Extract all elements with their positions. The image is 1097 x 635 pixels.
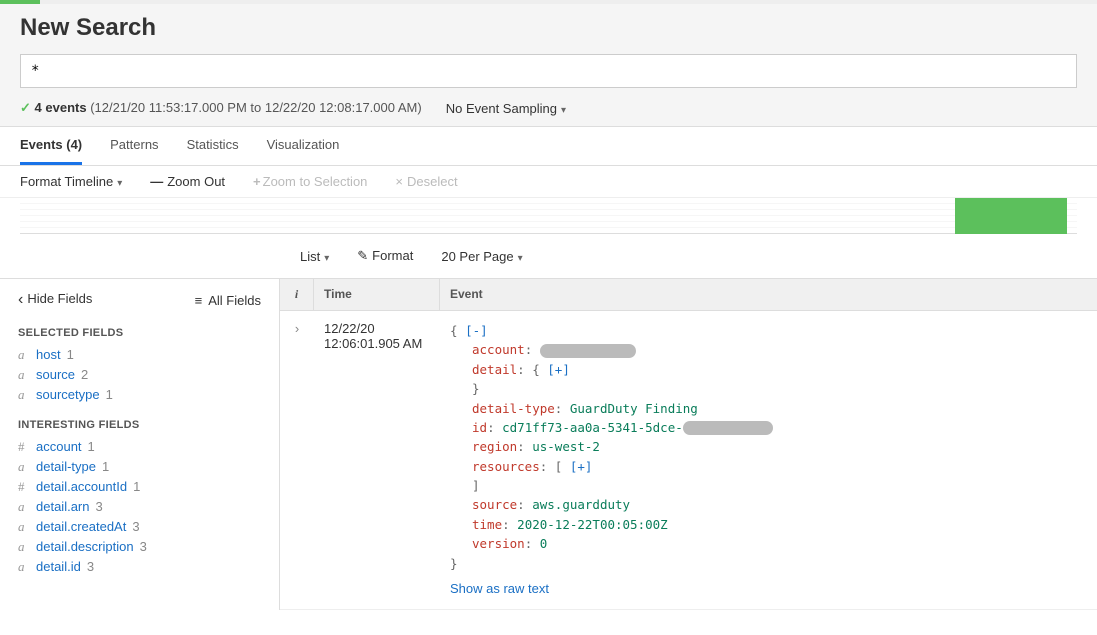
field-row[interactable]: asource 2 (18, 365, 261, 385)
field-count: 2 (81, 367, 88, 382)
field-row[interactable]: a detail-type 1 (18, 457, 261, 477)
hide-fields-button[interactable]: Hide Fields (18, 291, 92, 309)
all-fields-button[interactable]: All Fields (195, 293, 261, 308)
tab-statistics[interactable]: Statistics (187, 127, 239, 165)
expand-resources-toggle[interactable]: [+] (570, 459, 593, 474)
field-type-icon: # (18, 439, 30, 455)
field-name[interactable]: account (36, 439, 82, 454)
field-name[interactable]: detail.arn (36, 499, 89, 514)
format-timeline-dropdown[interactable]: Format Timeline (20, 174, 122, 189)
event-sampling-dropdown[interactable]: No Event Sampling (446, 101, 566, 116)
status-summary: ✓ 4 events (12/21/20 11:53:17.000 PM to … (20, 100, 422, 116)
field-name[interactable]: detail-type (36, 459, 96, 474)
search-input[interactable] (20, 54, 1077, 88)
zoom-to-selection-button: Zoom to Selection (253, 174, 367, 189)
field-row[interactable]: a detail.id 3 (18, 557, 261, 577)
field-type-icon: # (18, 479, 30, 495)
field-name[interactable]: host (36, 347, 61, 362)
field-row[interactable]: a detail.createdAt 3 (18, 517, 261, 537)
events-table: i Time Event › 12/22/20 12:06:01.905 AM … (280, 279, 1097, 610)
redacted-id-suffix (683, 421, 773, 435)
col-header-event: Event (440, 279, 1097, 310)
field-row[interactable]: # detail.accountId 1 (18, 477, 261, 497)
field-type-icon: a (18, 387, 30, 403)
time-range: (12/21/20 11:53:17.000 PM to 12/22/20 12… (90, 100, 422, 115)
timeline-chart[interactable] (20, 198, 1077, 234)
expand-detail-toggle[interactable]: [+] (547, 362, 570, 377)
field-row[interactable]: a detail.description 3 (18, 537, 261, 557)
deselect-button: Deselect (395, 174, 457, 189)
tab-events[interactable]: Events (4) (20, 127, 82, 165)
field-count: 1 (133, 479, 140, 494)
field-row[interactable]: ahost 1 (18, 345, 261, 365)
field-name[interactable]: sourcetype (36, 387, 100, 402)
field-count: 3 (95, 499, 102, 514)
fields-sidebar: Hide Fields All Fields SELECTED FIELDS a… (0, 279, 280, 610)
event-timestamp: 12/22/20 12:06:01.905 AM (314, 311, 440, 609)
tab-patterns[interactable]: Patterns (110, 127, 158, 165)
field-count: 3 (140, 539, 147, 554)
col-header-info: i (280, 279, 314, 310)
view-mode-dropdown[interactable]: List (300, 249, 329, 264)
page-title: New Search (20, 14, 1077, 42)
event-json: { [-] account: detail: { [+] } detail-ty… (440, 311, 1097, 609)
redacted-account (540, 344, 636, 358)
zoom-out-button[interactable]: Zoom Out (150, 174, 225, 189)
field-name[interactable]: detail.createdAt (36, 519, 126, 534)
field-count: 1 (102, 459, 109, 474)
field-type-icon: a (18, 559, 30, 575)
field-row[interactable]: # account 1 (18, 437, 261, 457)
format-button[interactable]: Format (357, 248, 413, 264)
field-name[interactable]: detail.description (36, 539, 134, 554)
interesting-fields-heading: INTERESTING FIELDS (18, 419, 261, 431)
field-count: 3 (132, 519, 139, 534)
field-type-icon: a (18, 499, 30, 515)
field-name[interactable]: detail.accountId (36, 479, 127, 494)
field-type-icon: a (18, 519, 30, 535)
col-header-time[interactable]: Time (314, 279, 440, 310)
field-count: 1 (67, 347, 74, 362)
field-type-icon: a (18, 539, 30, 555)
field-type-icon: a (18, 367, 30, 383)
timeline-bar-segment[interactable] (955, 198, 1067, 234)
field-count: 1 (106, 387, 113, 402)
field-row[interactable]: a sourcetype 1 (18, 385, 261, 405)
field-count: 1 (88, 439, 95, 454)
result-tabs: Events (4) Patterns Statistics Visualiza… (0, 127, 1097, 166)
event-row: › 12/22/20 12:06:01.905 AM { [-] account… (280, 311, 1097, 610)
field-row[interactable]: a detail.arn 3 (18, 497, 261, 517)
field-name[interactable]: source (36, 367, 75, 382)
selected-fields-heading: SELECTED FIELDS (18, 327, 261, 339)
show-raw-text-link[interactable]: Show as raw text (450, 579, 549, 599)
expand-row-button[interactable]: › (280, 311, 314, 609)
field-name[interactable]: detail.id (36, 559, 81, 574)
event-count: 4 events (35, 100, 87, 115)
collapse-toggle[interactable]: [-] (465, 323, 488, 338)
tab-visualization[interactable]: Visualization (267, 127, 340, 165)
field-count: 3 (87, 559, 94, 574)
check-icon: ✓ (20, 100, 31, 115)
field-type-icon: a (18, 347, 30, 363)
field-type-icon: a (18, 459, 30, 475)
per-page-dropdown[interactable]: 20 Per Page (441, 249, 522, 264)
